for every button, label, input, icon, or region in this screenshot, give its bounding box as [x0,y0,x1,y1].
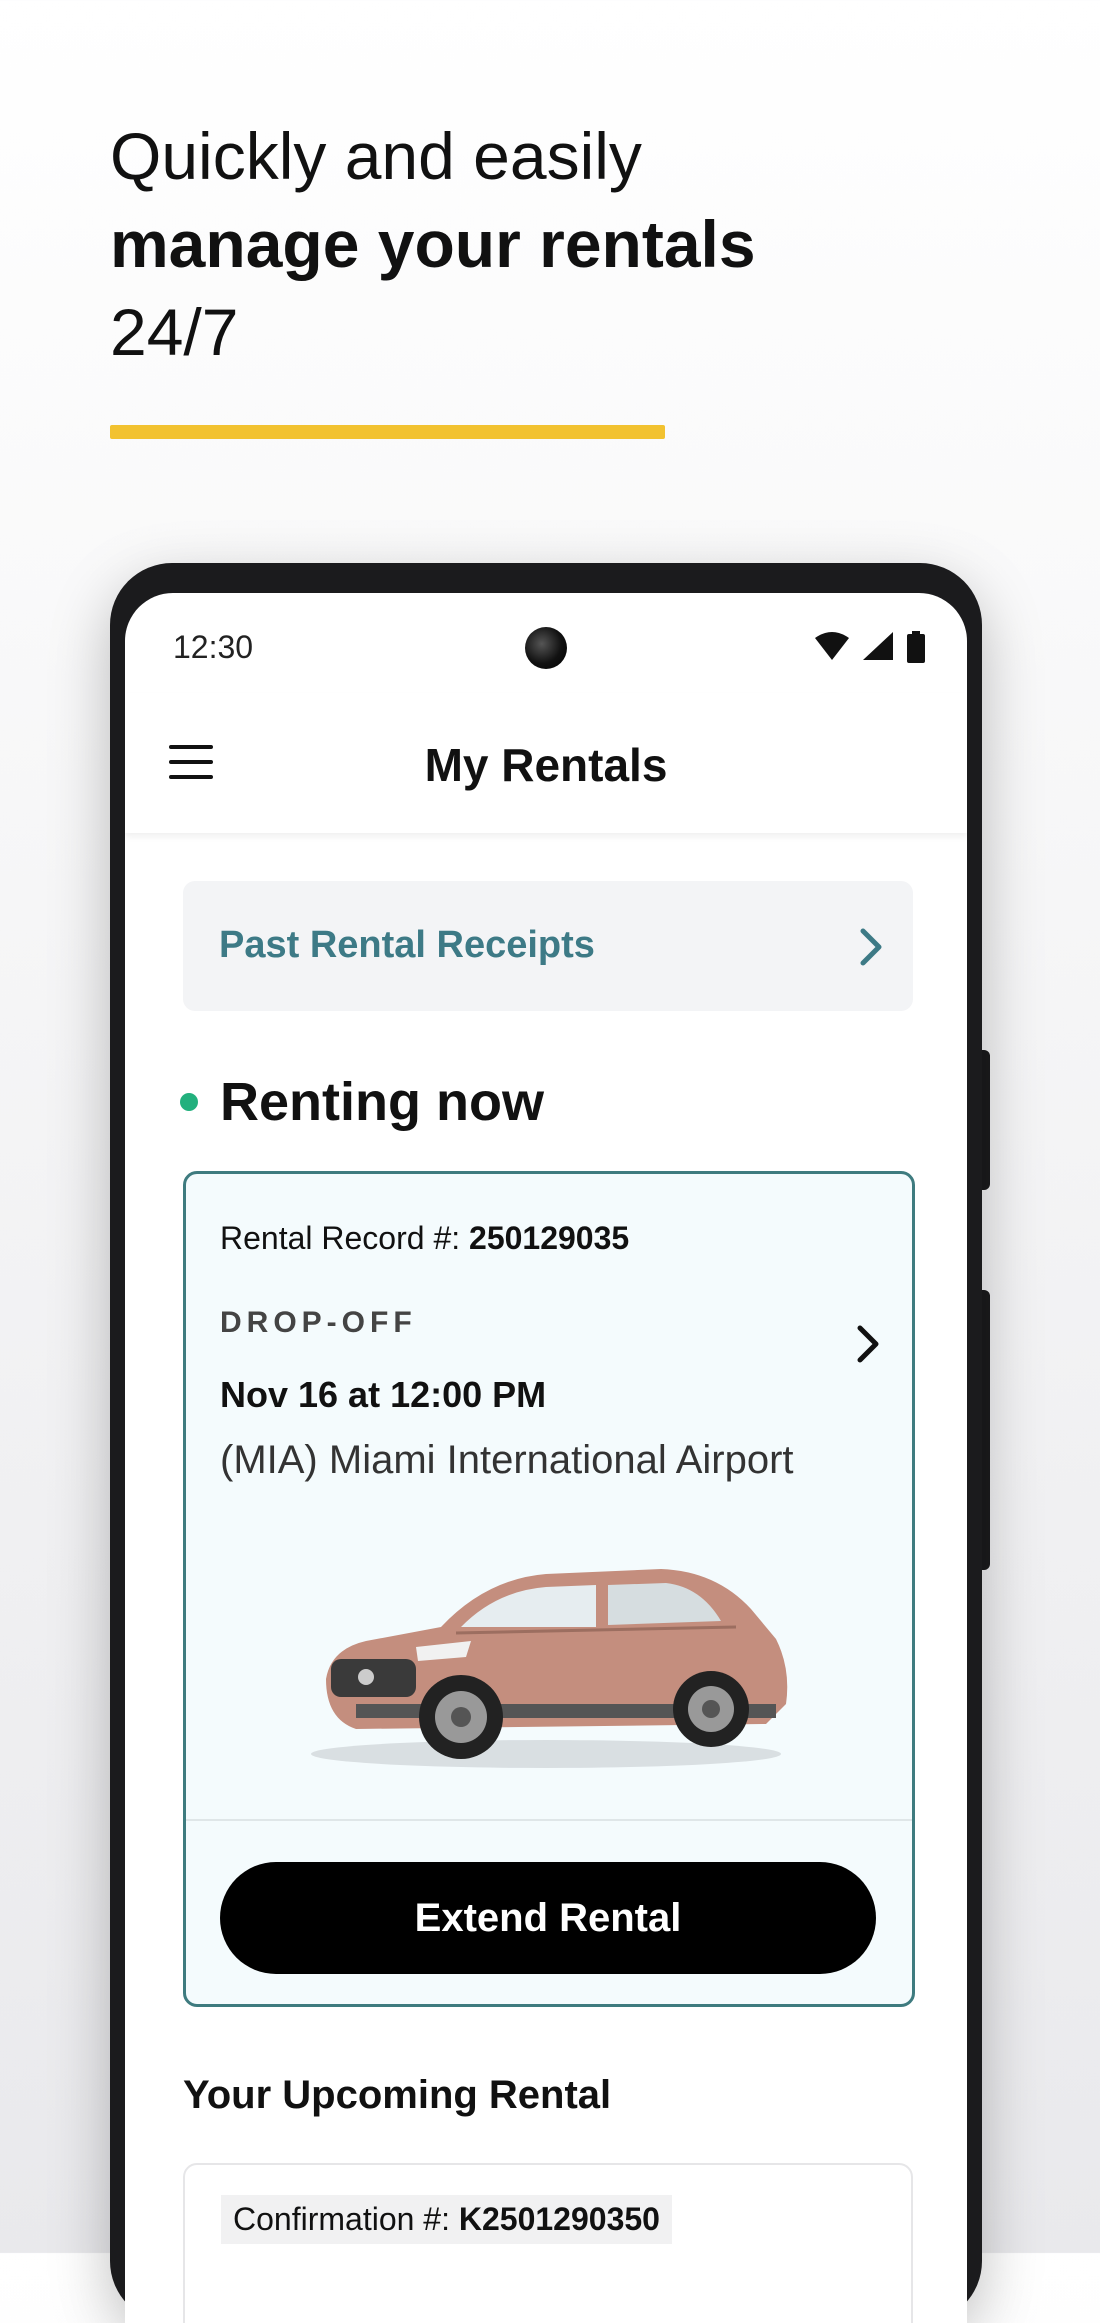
dropoff-datetime: Nov 16 at 12:00 PM [220,1374,547,1415]
confirmation-label: Confirmation #: [233,2201,450,2237]
extend-rental-button[interactable]: Extend Rental [220,1862,876,1974]
current-rental-card[interactable]: Rental Record #: 250129035 DROP-OFF Nov … [183,1171,915,2007]
battery-icon [907,631,925,663]
status-time: 12:30 [173,629,254,665]
dropoff-label: DROP-OFF [220,1306,417,1339]
renting-now-label: Renting now [220,1072,544,1132]
past-rental-receipts-label: Past Rental Receipts [219,924,595,966]
card-divider [186,1819,912,1821]
front-camera-icon [525,627,567,669]
active-status-dot-icon [180,1093,198,1111]
headline-line-1: Quickly and easily [110,119,642,193]
upcoming-rental-card[interactable]: Confirmation #: K2501290350 [183,2163,913,2323]
headline-line-3: 24/7 [110,295,239,369]
dropoff-location: (MIA) Miami International Airport [220,1438,794,1482]
confirmation-number: Confirmation #: K2501290350 [221,2195,672,2244]
wifi-icon [815,632,849,660]
phone-screen: 12:30 My Rentals Past Rental Receipts Re… [125,593,967,2323]
phone-frame: 12:30 My Rentals Past Rental Receipts Re… [110,563,982,2323]
accent-underline [110,425,665,439]
confirmation-value: K2501290350 [458,2201,660,2237]
app-bar: My Rentals [125,693,967,833]
status-bar: 12:30 [125,593,967,693]
rental-record: Rental Record #: 250129035 [220,1220,629,1257]
past-rental-receipts-button[interactable]: Past Rental Receipts [183,881,913,1011]
rental-record-label: Rental Record #: [220,1220,461,1256]
signal-icon [863,632,893,660]
upcoming-rental-heading: Your Upcoming Rental [183,2073,612,2117]
rental-car-image [311,1569,788,1768]
renting-now-heading: Renting now [180,1071,544,1133]
rental-record-number: 250129035 [469,1220,630,1256]
chevron-right-icon[interactable] [856,1324,880,1364]
headline-line-2: manage your rentals [110,207,756,281]
chevron-right-icon [860,928,882,966]
page-title: My Rentals [424,739,668,791]
promo-headline: Quickly and easily manage your rentals 2… [110,112,1010,376]
status-icons [815,631,925,663]
